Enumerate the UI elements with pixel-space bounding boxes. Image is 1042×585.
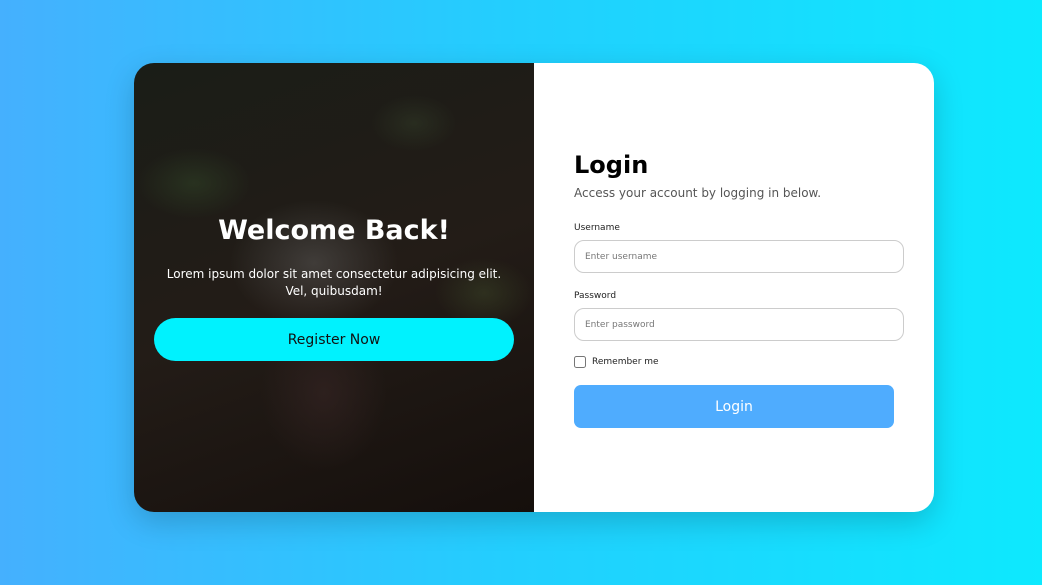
username-input[interactable] (574, 240, 904, 273)
register-button[interactable]: Register Now (154, 318, 514, 361)
welcome-title: Welcome Back! (218, 215, 450, 246)
welcome-text: Lorem ipsum dolor sit amet consectetur a… (166, 267, 502, 298)
remember-label: Remember me (592, 357, 659, 367)
login-panel: Login Access your account by logging in … (534, 63, 934, 512)
login-card: Welcome Back! Lorem ipsum dolor sit amet… (134, 63, 934, 512)
login-button[interactable]: Login (574, 385, 894, 428)
password-label: Password (574, 291, 617, 301)
login-subtitle: Access your account by logging in below. (574, 186, 822, 200)
remember-me[interactable]: Remember me (574, 356, 659, 368)
username-label: Username (574, 223, 620, 233)
login-title: Login (574, 151, 649, 179)
remember-checkbox[interactable] (574, 356, 586, 368)
welcome-panel: Welcome Back! Lorem ipsum dolor sit amet… (134, 63, 534, 512)
password-input[interactable] (574, 308, 904, 341)
